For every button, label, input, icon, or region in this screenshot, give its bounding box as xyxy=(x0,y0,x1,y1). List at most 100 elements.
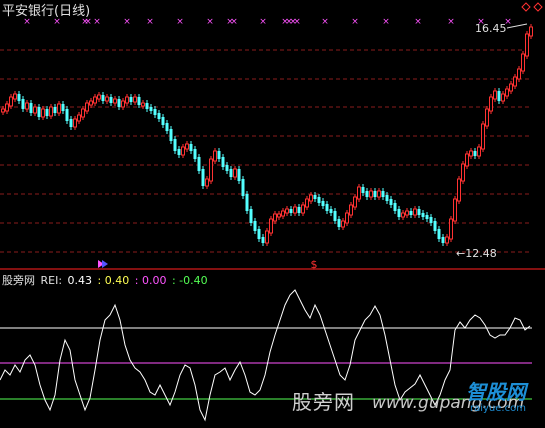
candle-body xyxy=(69,119,73,127)
candle-body xyxy=(221,157,225,167)
candle-body xyxy=(245,194,249,211)
candle-body xyxy=(333,211,337,221)
candle-body xyxy=(109,97,113,103)
candle-body xyxy=(209,158,213,182)
candle-body xyxy=(205,178,209,187)
candle-body xyxy=(213,150,217,162)
candle-body xyxy=(429,217,433,223)
candle-body xyxy=(37,107,41,117)
candle-body xyxy=(337,219,341,227)
candle-body xyxy=(21,99,25,109)
candle-body xyxy=(61,104,65,111)
candle-body xyxy=(325,204,329,211)
candle-body xyxy=(25,102,29,110)
candle-body xyxy=(357,186,361,200)
candle-body xyxy=(157,113,161,119)
candle-body xyxy=(349,204,353,216)
candle-body xyxy=(301,204,305,214)
candle-body xyxy=(197,157,201,171)
candle-body xyxy=(297,207,301,213)
candle-body xyxy=(345,212,349,224)
candle-body xyxy=(1,108,5,113)
candle-body xyxy=(45,109,49,116)
candle-body xyxy=(253,221,257,231)
candle-body xyxy=(5,103,9,112)
candle-body xyxy=(133,96,137,103)
candle-body xyxy=(141,102,145,107)
candle-body xyxy=(85,102,89,112)
candle-body xyxy=(137,97,141,105)
candle-body xyxy=(29,103,33,113)
chart-title: 平安银行(日线) xyxy=(2,4,91,19)
low-price-value: 12.48 xyxy=(465,247,497,260)
candle-body xyxy=(185,143,189,150)
price-annotations: $ xyxy=(98,23,528,271)
candle-body xyxy=(305,198,309,208)
candle-body xyxy=(57,103,61,114)
candle-body xyxy=(153,109,157,115)
signal-marker: × xyxy=(447,17,455,27)
candle-body xyxy=(121,100,125,108)
candle-body xyxy=(73,118,77,128)
candlesticks xyxy=(1,24,533,246)
candle-body xyxy=(149,107,153,111)
candle-body xyxy=(441,237,445,243)
candle-body xyxy=(265,230,269,244)
candle-body xyxy=(509,83,513,92)
candle-body xyxy=(113,98,117,104)
candle-body xyxy=(81,108,85,118)
candle-body xyxy=(145,103,149,109)
candle-body xyxy=(321,201,325,206)
candle-body xyxy=(229,169,233,177)
candle-body xyxy=(89,100,93,106)
candle-body xyxy=(361,187,365,193)
diamond-marker xyxy=(521,2,531,12)
candle-body xyxy=(389,199,393,205)
candle-body xyxy=(521,53,525,72)
signal-marker: × xyxy=(414,17,422,27)
candle-body xyxy=(393,203,397,211)
candle-body xyxy=(189,144,193,151)
candle-body xyxy=(225,165,229,171)
candle-body xyxy=(449,218,453,240)
chart-window[interactable]: × × × × × × × × × × × × × × × × × × × × × × × $ 平安银行(日线) 股旁网 R… xyxy=(0,0,545,424)
candle-body xyxy=(353,196,357,208)
candle-body xyxy=(433,221,437,231)
candle-body xyxy=(477,146,481,157)
candle-body xyxy=(505,88,509,97)
signal-marker: × xyxy=(259,17,267,27)
signal-marker: × xyxy=(176,17,184,27)
candle-body xyxy=(193,149,197,159)
signal-marker: × xyxy=(206,17,214,27)
price-grid xyxy=(0,49,545,270)
chart-canvas[interactable]: × × ×× × × × × × ×× × ×××× × × × × × × × $ xyxy=(0,0,545,424)
signal-marker: × xyxy=(293,17,301,27)
indicator-title: 股旁网 REI: 0.43 : 0.40 : 0.00 : -0.40 xyxy=(2,272,210,288)
candle-body xyxy=(261,237,265,243)
low-price-label: ←12.48 xyxy=(456,247,497,260)
candle-body xyxy=(469,150,473,157)
candle-body xyxy=(377,190,381,198)
indicator-prefix: 股旁网 xyxy=(2,274,35,287)
candle-body xyxy=(425,215,429,219)
candle-body xyxy=(457,178,461,202)
candle-body xyxy=(9,96,13,107)
candle-body xyxy=(277,213,281,218)
candle-body xyxy=(41,108,45,118)
diamond-marker xyxy=(533,2,543,12)
watermark-logo: 智股网 xyxy=(466,380,526,404)
signal-marker: × xyxy=(351,17,359,27)
signal-triangle xyxy=(102,260,108,268)
candle-body xyxy=(529,26,533,37)
watermark-text: 股旁网 xyxy=(292,390,355,414)
signal-dollar: $ xyxy=(311,258,318,271)
candle-body xyxy=(77,114,81,122)
candle-body xyxy=(165,123,169,131)
candle-body xyxy=(461,163,465,182)
indicator-name: REI: xyxy=(40,274,63,287)
signal-marker: × xyxy=(321,17,329,27)
candle-body xyxy=(373,191,377,197)
watermark-logo-url: raiyue.com xyxy=(470,403,526,414)
high-price-label: 16.45 xyxy=(475,22,507,35)
candle-body xyxy=(33,106,37,114)
